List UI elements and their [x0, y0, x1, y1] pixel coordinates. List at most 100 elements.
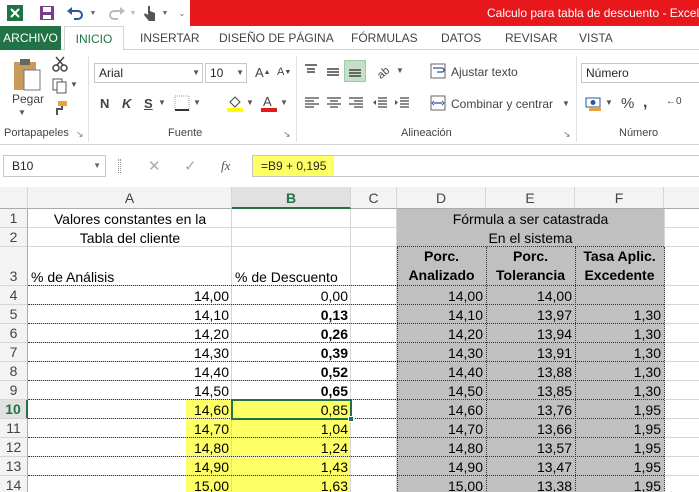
- table-border: [664, 247, 665, 492]
- cell-f6: 1,30: [633, 326, 661, 342]
- wrap-text-button[interactable]: Ajustar texto: [451, 65, 518, 79]
- align-middle-icon[interactable]: [324, 62, 342, 83]
- group-separator: [576, 56, 577, 142]
- tab-datos[interactable]: DATOS: [441, 26, 481, 50]
- row-header-12[interactable]: 12: [0, 438, 28, 457]
- formula-bar-grip[interactable]: [118, 159, 121, 173]
- customize-icon[interactable]: ⌄: [176, 3, 188, 23]
- row-header-1[interactable]: 1: [0, 209, 28, 228]
- cut-icon[interactable]: [52, 56, 68, 75]
- tab-archivo[interactable]: ARCHIVO: [0, 26, 61, 50]
- undo-dropdown-icon[interactable]: ▼: [88, 3, 98, 23]
- tab-revisar[interactable]: REVISAR: [505, 26, 558, 50]
- undo-icon[interactable]: [64, 3, 86, 23]
- column-header-c[interactable]: C: [351, 187, 397, 209]
- save-icon[interactable]: [36, 3, 58, 23]
- currency-icon[interactable]: [585, 94, 603, 115]
- touch-dropdown-icon[interactable]: ▼: [160, 3, 170, 23]
- row-header-3[interactable]: 3: [0, 247, 28, 286]
- touch-mode-icon[interactable]: [140, 3, 160, 23]
- increase-decimal-icon[interactable]: ←0: [666, 96, 682, 107]
- fill-handle[interactable]: [348, 416, 354, 422]
- redo-dropdown-icon[interactable]: ▼: [128, 3, 138, 23]
- increase-indent-icon[interactable]: [394, 95, 410, 114]
- borders-icon[interactable]: [174, 95, 190, 114]
- italic-button[interactable]: K: [122, 96, 131, 111]
- font-color-dropdown-icon[interactable]: ▼: [280, 98, 288, 107]
- number-format-combo[interactable]: Número: [581, 63, 699, 83]
- row-header-11[interactable]: 11: [0, 419, 28, 438]
- underline-button[interactable]: S: [144, 96, 153, 111]
- align-top-icon[interactable]: [302, 62, 320, 83]
- insert-function-button[interactable]: fx: [221, 158, 230, 174]
- align-center-icon[interactable]: [326, 95, 342, 114]
- tab-inicio[interactable]: INICIO: [64, 26, 124, 51]
- align-right-icon[interactable]: [348, 95, 364, 114]
- increase-font-icon[interactable]: A ▲: [255, 65, 271, 80]
- format-painter-icon[interactable]: [52, 100, 68, 119]
- row-header-6[interactable]: 6: [0, 324, 28, 343]
- paste-button[interactable]: Pegar: [12, 92, 44, 106]
- merge-center-icon[interactable]: [430, 95, 446, 114]
- align-left-icon[interactable]: [304, 95, 320, 114]
- fill-color-icon[interactable]: [226, 94, 244, 115]
- row-header-2[interactable]: 2: [0, 228, 28, 247]
- currency-dropdown-icon[interactable]: ▼: [605, 98, 613, 107]
- cell-f4: [575, 286, 664, 305]
- font-color-icon[interactable]: A: [260, 94, 278, 115]
- row-header-4[interactable]: 4: [0, 286, 28, 305]
- borders-dropdown-icon[interactable]: ▼: [193, 98, 201, 107]
- tab-formulas[interactable]: FÓRMULAS: [351, 26, 418, 50]
- window-title: Calculo para tabla de descuento - Excel: [487, 6, 699, 20]
- column-header-d[interactable]: D: [397, 187, 486, 209]
- select-all-corner[interactable]: [0, 187, 28, 209]
- orientation-dropdown-icon[interactable]: ▼: [396, 66, 404, 75]
- bold-button[interactable]: N: [100, 96, 109, 111]
- cell-e8: 13,88: [536, 364, 572, 380]
- name-box[interactable]: B10 ▼: [3, 155, 106, 177]
- percent-button[interactable]: %: [621, 95, 634, 112]
- comma-style-icon[interactable]: ,: [643, 94, 647, 112]
- tab-vista[interactable]: VISTA: [579, 26, 613, 50]
- cancel-icon[interactable]: ✕: [148, 157, 161, 175]
- formula-input[interactable]: =B9 + 0,195: [252, 155, 699, 177]
- row-header-5[interactable]: 5: [0, 305, 28, 324]
- alignment-launcher-icon[interactable]: ↘: [563, 129, 571, 140]
- decrease-font-icon[interactable]: A ▼: [277, 66, 291, 78]
- row-header-14[interactable]: 14: [0, 476, 28, 492]
- cell-b6: 0,26: [320, 326, 348, 342]
- row-header-7[interactable]: 7: [0, 343, 28, 362]
- cell-b5: 0,13: [320, 307, 348, 323]
- merge-dropdown-icon[interactable]: ▼: [562, 99, 570, 108]
- font-size-combo[interactable]: 10 ▼: [205, 63, 247, 83]
- underline-dropdown-icon[interactable]: ▼: [158, 98, 166, 107]
- font-launcher-icon[interactable]: ↘: [283, 129, 291, 140]
- paste-icon[interactable]: [10, 56, 44, 97]
- row-header-10[interactable]: 10: [0, 400, 28, 419]
- redo-icon[interactable]: [106, 3, 128, 23]
- column-header-a[interactable]: A: [28, 187, 232, 209]
- column-header-g[interactable]: [664, 187, 699, 209]
- column-header-e[interactable]: E: [486, 187, 575, 209]
- worksheet-grid[interactable]: A B C D E F 1 2 3 4 5 6 7 8 9 10 11 12 13 14 Valores constan…: [0, 187, 699, 492]
- font-name-combo[interactable]: Arial ▼: [94, 63, 203, 83]
- cell-f14: 1,95: [633, 478, 661, 492]
- copy-icon[interactable]: [52, 78, 68, 97]
- orientation-icon[interactable]: ab: [374, 62, 392, 83]
- merge-center-button[interactable]: Combinar y centrar: [451, 97, 553, 111]
- copy-dropdown-icon[interactable]: ▼: [70, 80, 78, 89]
- clipboard-launcher-icon[interactable]: ↘: [76, 129, 84, 140]
- column-header-b[interactable]: B: [232, 187, 351, 209]
- align-bottom-icon[interactable]: [344, 60, 366, 82]
- wrap-text-icon[interactable]: [430, 63, 446, 82]
- fill-color-dropdown-icon[interactable]: ▼: [246, 98, 254, 107]
- tab-diseno-de-pagina[interactable]: DISEÑO DE PÁGINA: [219, 26, 334, 50]
- enter-icon[interactable]: ✓: [184, 157, 197, 175]
- decrease-indent-icon[interactable]: [372, 95, 388, 114]
- row-header-13[interactable]: 13: [0, 457, 28, 476]
- row-header-9[interactable]: 9: [0, 381, 28, 400]
- tab-insertar[interactable]: INSERTAR: [140, 26, 200, 50]
- row-header-8[interactable]: 8: [0, 362, 28, 381]
- paste-dropdown-icon[interactable]: ▼: [18, 108, 26, 117]
- column-header-f[interactable]: F: [575, 187, 664, 209]
